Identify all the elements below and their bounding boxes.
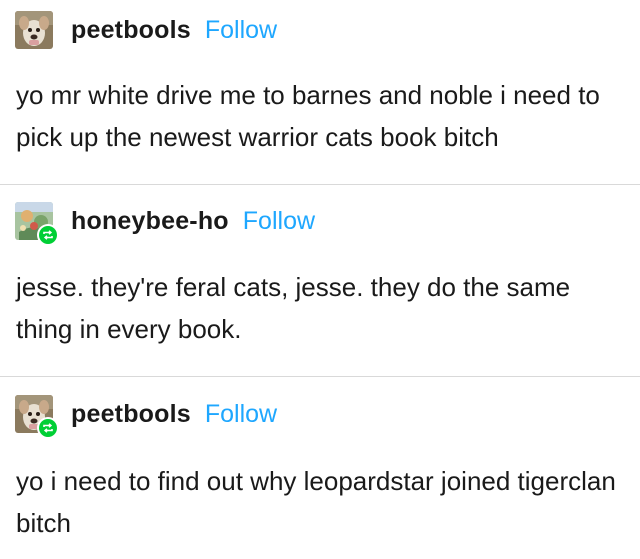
follow-button[interactable]: Follow <box>205 400 277 429</box>
reblog-badge <box>37 224 59 246</box>
divider <box>0 184 640 185</box>
username[interactable]: peetbools <box>71 400 191 429</box>
avatar[interactable] <box>15 11 53 49</box>
post-text: yo mr white drive me to barnes and noble… <box>16 80 600 152</box>
post-header: peetbools Follow <box>15 10 277 50</box>
post-header: honeybee-ho Follow <box>15 201 315 246</box>
username[interactable]: peetbools <box>71 16 191 45</box>
reblog-icon <box>39 419 57 437</box>
follow-button[interactable]: Follow <box>205 16 277 45</box>
post-text: yo i need to find out why leopardstar jo… <box>16 466 616 538</box>
username[interactable]: honeybee-ho <box>71 207 229 236</box>
post-text: jesse. they're feral cats, jesse. they d… <box>16 272 571 344</box>
avatar[interactable] <box>15 202 59 246</box>
dog-avatar-icon <box>15 11 53 49</box>
divider <box>0 376 640 377</box>
follow-button[interactable]: Follow <box>243 207 315 236</box>
reblog-icon <box>39 226 57 244</box>
reblog-badge <box>37 417 59 439</box>
avatar[interactable] <box>15 395 59 439</box>
post-header: peetbools Follow <box>15 394 277 439</box>
